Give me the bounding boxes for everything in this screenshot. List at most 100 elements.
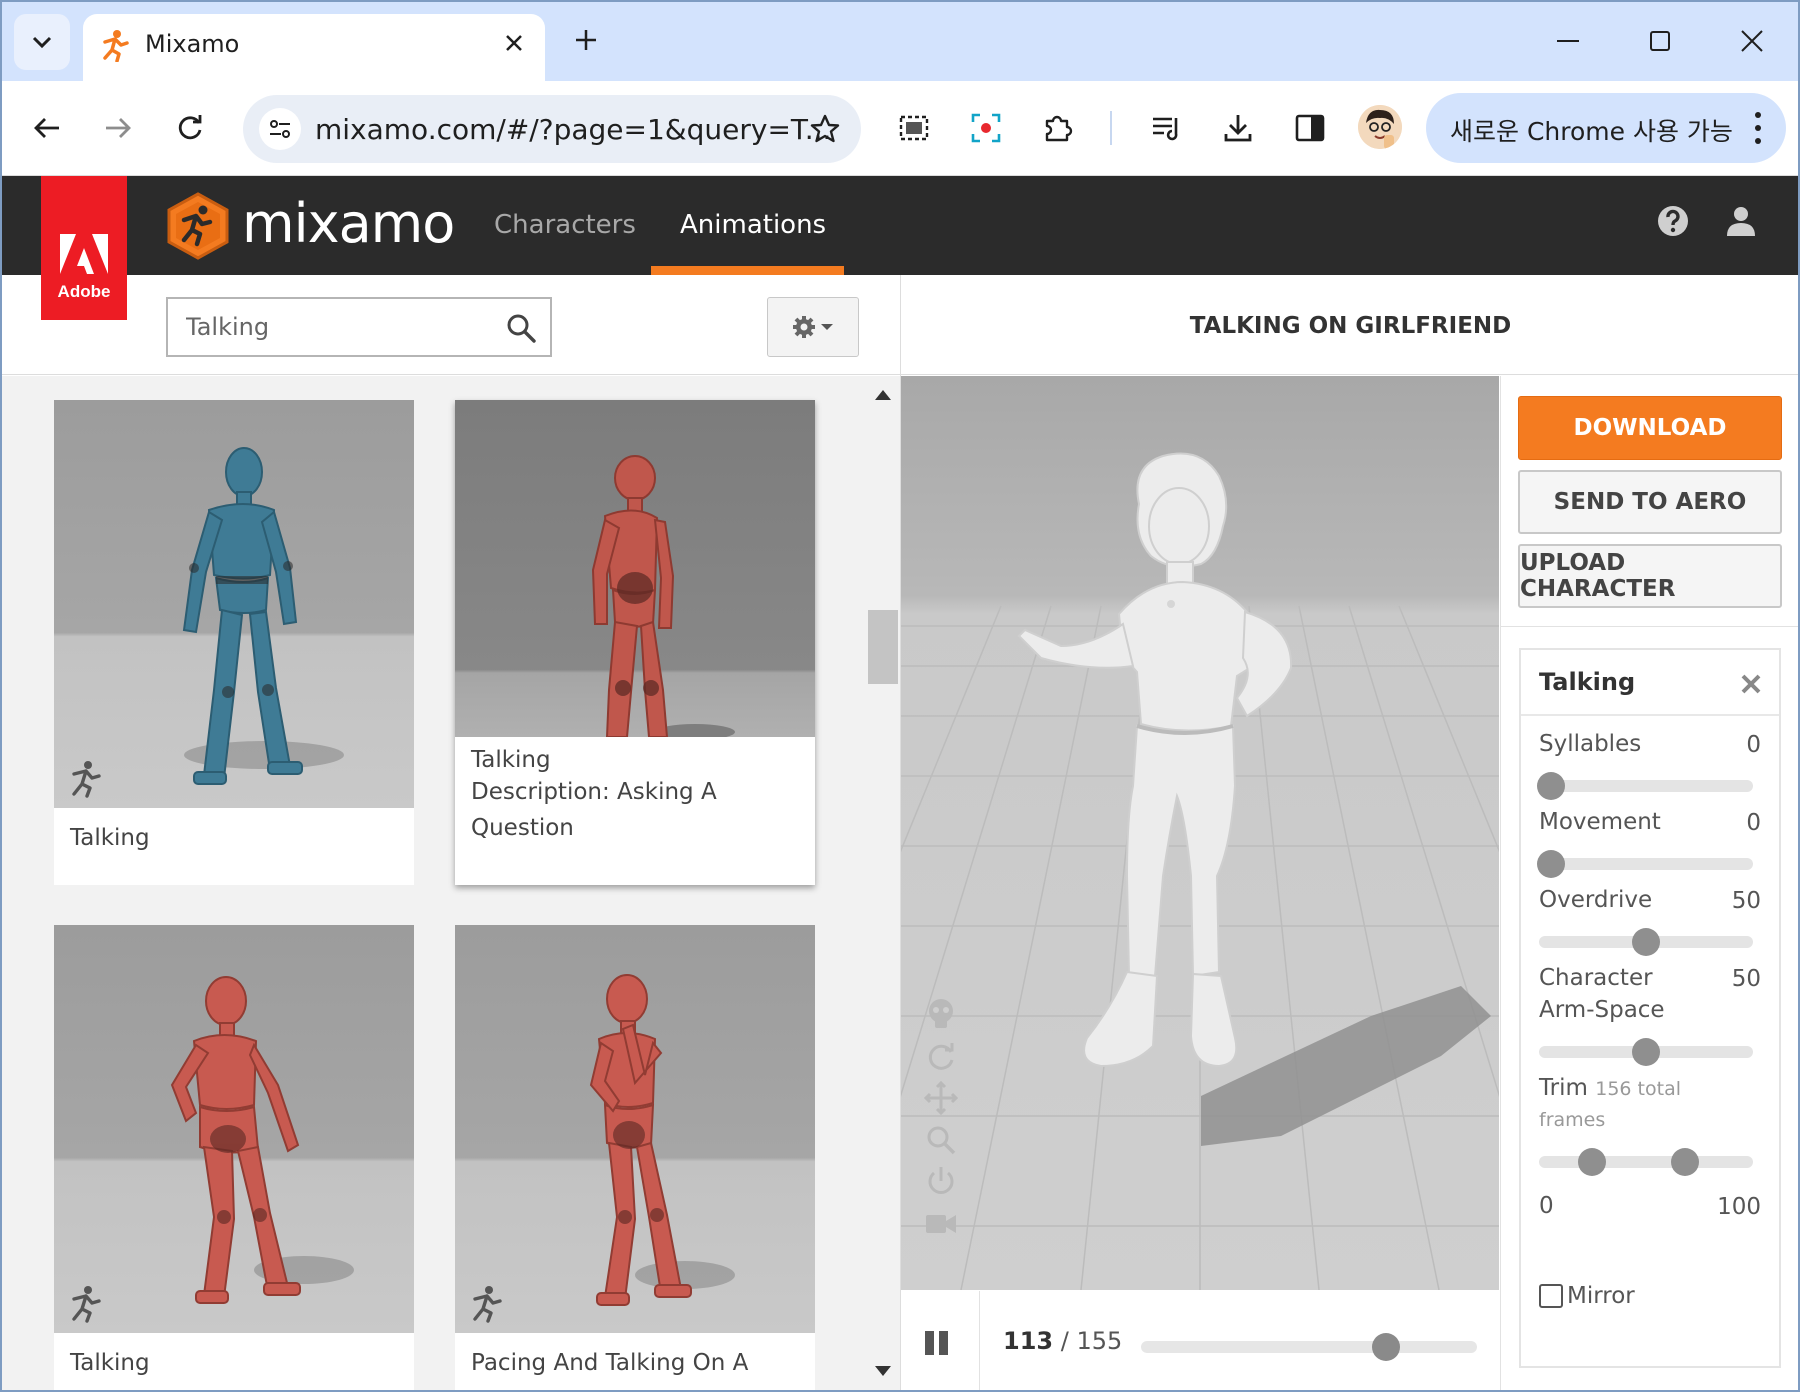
arm-space-label: Character (1539, 965, 1653, 991)
frame-counter: 113 / 155 (1003, 1327, 1122, 1355)
animation-title: TALKING ON GIRLFRIEND (1189, 313, 1512, 339)
orbit-icon[interactable] (923, 1038, 959, 1074)
reload-icon[interactable] (165, 103, 215, 153)
syllables-value: 0 (1746, 732, 1761, 758)
browser-tab[interactable]: Mixamo (83, 14, 545, 81)
upload-character-button[interactable]: UPLOAD CHARACTER (1518, 544, 1782, 608)
parameters-title: Talking (1539, 668, 1636, 696)
record-icon[interactable] (961, 103, 1011, 153)
send-to-aero-button[interactable]: SEND TO AERO (1518, 470, 1782, 534)
movement-slider-handle[interactable] (1537, 850, 1565, 878)
window-close-icon[interactable] (1722, 14, 1782, 68)
result-card-selected[interactable]: Talking Description: Asking A Question (455, 400, 815, 885)
total-frames: 155 (1076, 1327, 1123, 1355)
browser-toolbar: mixamo.com/#/?page=1&query=T... 새로운 Chro… (0, 81, 1800, 176)
mixamo-logo-icon[interactable] (166, 192, 230, 260)
scrollbar-thumb[interactable] (868, 610, 898, 684)
movement-label: Movement (1539, 809, 1661, 835)
result-card[interactable]: Pacing And Talking On A (455, 925, 815, 1392)
side-panel: DOWNLOAD SEND TO AERO UPLOAD CHARACTER T… (1500, 376, 1800, 1392)
reading-list-icon[interactable] (1141, 103, 1191, 153)
address-bar[interactable]: mixamo.com/#/?page=1&query=T... (243, 95, 861, 163)
close-icon[interactable] (1739, 672, 1763, 696)
search-icon[interactable] (506, 313, 536, 343)
pan-icon[interactable] (923, 1080, 959, 1116)
camera-icon[interactable] (923, 1206, 959, 1242)
panel-divider (1501, 626, 1800, 627)
animation-type-icon (473, 1286, 502, 1323)
card-thumbnail (54, 400, 414, 808)
parameters-header: Talking (1521, 650, 1779, 716)
chrome-update-button[interactable]: 새로운 Chrome 사용 가능 (1426, 93, 1786, 163)
extensions-icon[interactable] (1033, 103, 1083, 153)
card-thumbnail (455, 925, 815, 1333)
overdrive-slider[interactable] (1539, 928, 1753, 956)
new-tab-icon[interactable] (566, 20, 606, 60)
bookmark-star-icon[interactable] (807, 111, 843, 147)
help-icon[interactable] (1656, 204, 1690, 238)
arm-space-slider-handle[interactable] (1632, 1038, 1660, 1066)
movement-value: 0 (1746, 810, 1761, 836)
adobe-logo[interactable]: Adobe (41, 176, 127, 320)
pause-icon[interactable] (923, 1329, 951, 1357)
card-title: Talking (471, 747, 551, 773)
syllables-slider-handle[interactable] (1537, 772, 1565, 800)
maximize-icon[interactable] (1630, 14, 1690, 68)
trim-start-handle[interactable] (1578, 1148, 1606, 1176)
trim-range-slider[interactable] (1539, 1148, 1753, 1176)
trim-total: 156 total (1595, 1078, 1681, 1100)
3d-viewport[interactable] (901, 376, 1499, 1290)
adobe-a-icon (60, 234, 108, 274)
arm-space-slider[interactable] (1539, 1038, 1753, 1066)
forward-icon[interactable] (93, 103, 143, 153)
mixamo-logo-text[interactable]: mixamo (242, 192, 455, 255)
movement-slider[interactable] (1537, 850, 1753, 878)
card-description: Description: Asking A Question (471, 779, 717, 841)
side-panel-icon[interactable] (1285, 103, 1335, 153)
trim-frames-label: frames (1539, 1109, 1606, 1131)
frame-separator: / (1053, 1327, 1077, 1355)
caret-down-icon (821, 324, 833, 330)
search-box[interactable] (166, 297, 552, 357)
result-card[interactable]: Talking (54, 925, 414, 1392)
menu-icon[interactable] (1748, 109, 1768, 147)
filter-settings-button[interactable] (767, 297, 859, 357)
nav-animations[interactable]: Animations (680, 210, 826, 240)
card-thumbnail (455, 400, 815, 737)
scroll-up-arrow-icon[interactable] (875, 388, 891, 400)
trim-end-handle[interactable] (1671, 1148, 1699, 1176)
site-settings-icon[interactable] (259, 108, 301, 150)
trim-max-value: 100 (1717, 1194, 1761, 1220)
result-card[interactable]: Talking (54, 400, 414, 885)
character-preview (901, 452, 1499, 1290)
overdrive-slider-handle[interactable] (1632, 928, 1660, 956)
search-input[interactable] (186, 313, 486, 341)
back-icon[interactable] (22, 103, 72, 153)
syllables-label: Syllables (1539, 731, 1642, 757)
minimize-icon[interactable] (1538, 14, 1598, 68)
timeline-handle[interactable] (1371, 1333, 1400, 1361)
overdrive-value: 50 (1731, 888, 1761, 914)
mirror-checkbox-box[interactable] (1539, 1284, 1563, 1308)
animation-title-bar: TALKING ON GIRLFRIEND (901, 275, 1800, 375)
reset-icon[interactable] (923, 1164, 959, 1200)
download-button[interactable]: DOWNLOAD (1518, 396, 1782, 460)
card-title: Talking (70, 825, 150, 851)
skeleton-icon[interactable] (923, 996, 959, 1032)
zoom-icon[interactable] (923, 1122, 959, 1158)
card-title: Pacing And Talking On A (471, 1350, 749, 1376)
profile-avatar[interactable] (1358, 105, 1402, 149)
playbar-divider (979, 1291, 980, 1392)
timeline-slider[interactable] (1141, 1333, 1477, 1361)
chrome-update-label: 새로운 Chrome 사용 가능 (1450, 117, 1733, 146)
trim-label-text: Trim (1539, 1075, 1588, 1101)
screenshot-icon[interactable] (889, 103, 939, 153)
download-icon[interactable] (1213, 103, 1263, 153)
tab-search-icon[interactable] (14, 14, 70, 70)
syllables-slider[interactable] (1537, 772, 1753, 800)
tab-close-icon[interactable] (499, 28, 529, 58)
mirror-checkbox[interactable]: Mirror (1539, 1283, 1635, 1309)
scroll-down-arrow-icon[interactable] (875, 1366, 891, 1378)
account-icon[interactable] (1724, 204, 1758, 238)
nav-characters[interactable]: Characters (494, 210, 636, 240)
